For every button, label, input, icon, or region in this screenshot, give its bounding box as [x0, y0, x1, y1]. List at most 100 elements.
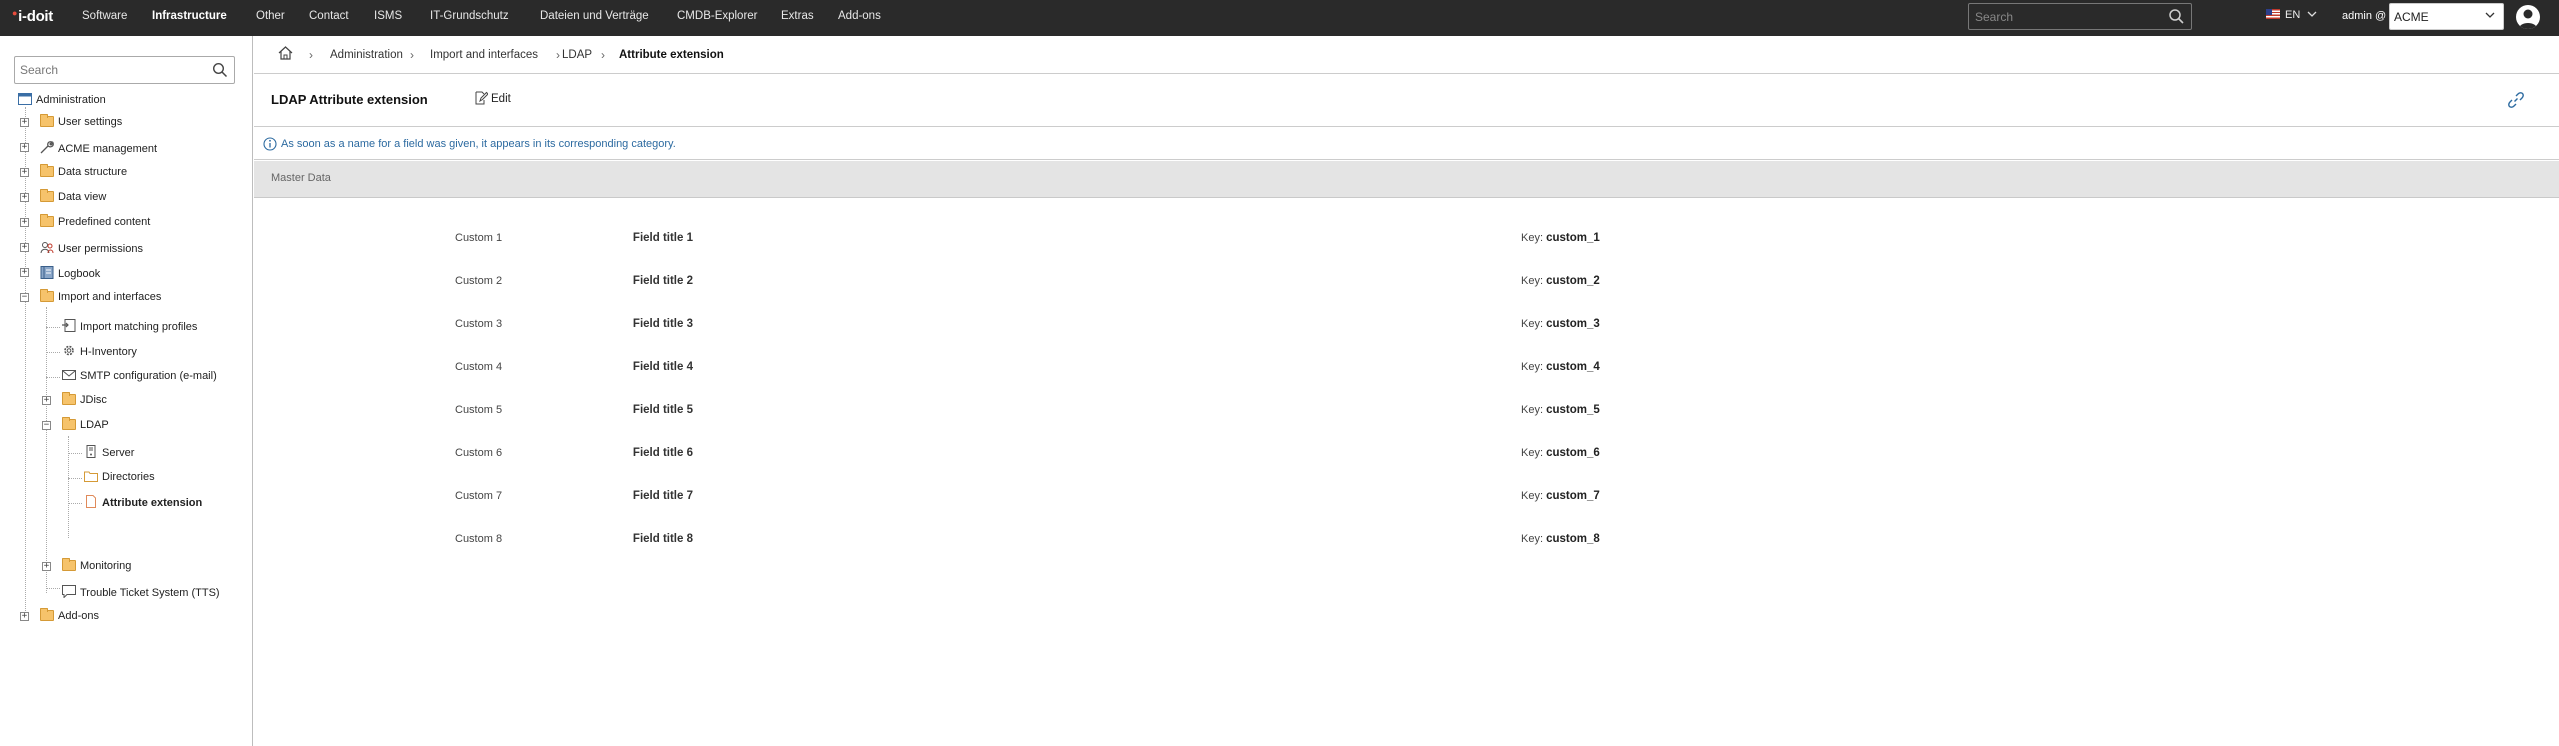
expand-toggle[interactable]: +: [20, 168, 29, 177]
tree-item-h-inventory[interactable]: H-Inventory: [62, 344, 137, 360]
field-value: Custom 2: [455, 275, 503, 287]
breadcrumb-administration[interactable]: Administration: [330, 49, 403, 61]
tree-item-smtp-configuration[interactable]: SMTP configuration (e-mail): [62, 369, 217, 385]
nav-add-ons[interactable]: Add-ons: [838, 10, 881, 22]
nav-dateien-und-vertraege[interactable]: Dateien und Verträge: [540, 10, 649, 22]
gear-icon: [62, 344, 76, 356]
ticket-icon: [62, 585, 76, 599]
breadcrumb-separator: ›: [410, 48, 414, 62]
folder-icon: [40, 189, 54, 202]
expand-toggle[interactable]: +: [20, 218, 29, 227]
tree-item-ldap[interactable]: LDAP: [62, 417, 109, 435]
tree-item-data-view[interactable]: Data view: [40, 189, 106, 207]
field-value: Custom 1: [455, 232, 503, 244]
nav-extras[interactable]: Extras: [781, 10, 814, 22]
tree-item-import-and-interfaces[interactable]: Import and interfaces: [40, 289, 161, 307]
expand-toggle[interactable]: +: [20, 612, 29, 621]
expand-toggle[interactable]: +: [20, 143, 29, 152]
field-key: Key: custom_1: [1521, 232, 1600, 244]
tree-item-logbook[interactable]: Logbook: [40, 266, 100, 282]
folder-icon: [40, 214, 54, 227]
tree-item-monitoring[interactable]: Monitoring: [62, 558, 131, 576]
breadcrumb-separator: ›: [556, 48, 560, 62]
field-label: Field title 4: [632, 361, 693, 373]
nav-cmdb-explorer[interactable]: CMDB-Explorer: [677, 10, 758, 22]
expand-toggle[interactable]: +: [20, 243, 29, 252]
language-selector[interactable]: EN: [2266, 9, 2317, 21]
tree-item-import-matching-profiles[interactable]: Import matching profiles: [62, 319, 197, 335]
nav-other[interactable]: Other: [256, 10, 285, 22]
field-label: Field title 3: [632, 318, 693, 330]
logbook-icon: [40, 266, 54, 279]
collapse-toggle[interactable]: −: [42, 421, 51, 430]
window-icon: [18, 93, 32, 105]
info-message: As soon as a name for a field was given,…: [281, 138, 676, 150]
tree-root-administration[interactable]: Administration: [18, 93, 106, 109]
folder-open-icon: [62, 417, 76, 430]
nav-software[interactable]: Software: [82, 10, 127, 22]
expand-toggle[interactable]: +: [42, 396, 51, 405]
info-bar: As soon as a name for a field was given,…: [254, 128, 2559, 160]
nav-infrastructure[interactable]: Infrastructure: [152, 10, 227, 22]
tree-item-jdisc[interactable]: JDisc: [62, 392, 107, 410]
field-value: Custom 5: [455, 404, 503, 416]
global-search-input[interactable]: [1969, 4, 2159, 29]
edit-button[interactable]: Edit: [474, 91, 511, 105]
expand-toggle[interactable]: +: [20, 118, 29, 127]
field-label: Field title 2: [632, 275, 693, 287]
tree-item-acme-management[interactable]: ACME management: [40, 141, 157, 157]
tree-item-attribute-extension[interactable]: Attribute extension: [84, 495, 202, 511]
breadcrumb-ldap[interactable]: LDAP: [562, 49, 592, 61]
tree-item-data-structure[interactable]: Data structure: [40, 164, 127, 182]
page-header: LDAP Attribute extension Edit: [254, 75, 2559, 127]
field-key: Key: custom_2: [1521, 275, 1600, 287]
expand-toggle[interactable]: +: [42, 562, 51, 571]
link-icon[interactable]: [2508, 92, 2524, 111]
avatar[interactable]: [2516, 5, 2540, 29]
field-key: Key: custom_3: [1521, 318, 1600, 330]
page-title: LDAP Attribute extension: [271, 92, 428, 107]
folder-icon: [62, 392, 76, 405]
tenant-select[interactable]: ACME: [2389, 3, 2504, 30]
field-value: Custom 7: [455, 490, 503, 502]
field-row: Field title 7 Custom 7 Key: custom_7: [254, 487, 2559, 507]
field-label: Field title 5: [632, 404, 693, 416]
home-icon[interactable]: [278, 46, 293, 63]
folder-icon: [84, 470, 98, 482]
navigation-tree: Administration + User settings + ACME ma…: [0, 36, 253, 746]
tree-item-server[interactable]: Server: [84, 445, 134, 461]
nav-isms[interactable]: ISMS: [374, 10, 402, 22]
field-label: Field title 8: [632, 533, 693, 545]
expand-toggle[interactable]: +: [20, 268, 29, 277]
breadcrumb-import-and-interfaces[interactable]: Import and interfaces: [430, 49, 538, 61]
tree-item-add-ons[interactable]: Add-ons: [40, 608, 99, 626]
breadcrumb-separator: ›: [309, 48, 313, 62]
field-row: Field title 1 Custom 1 Key: custom_1: [254, 229, 2559, 249]
chevron-down-icon: [2307, 11, 2317, 17]
tree-item-predefined-content[interactable]: Predefined content: [40, 214, 150, 232]
import-icon: [62, 319, 76, 332]
field-row: Field title 8 Custom 8 Key: custom_8: [254, 530, 2559, 550]
tree-item-directories[interactable]: Directories: [84, 470, 155, 486]
us-flag-icon: [2266, 9, 2280, 19]
section-header: Master Data: [254, 161, 2559, 198]
users-icon: [40, 241, 54, 254]
field-value: Custom 8: [455, 533, 503, 545]
app-logo[interactable]: ●i-doit: [12, 8, 53, 25]
sidebar: Administration + User settings + ACME ma…: [0, 36, 253, 746]
search-icon[interactable]: [2168, 8, 2185, 28]
breadcrumb-attribute-extension: Attribute extension: [619, 49, 724, 61]
field-label: Field title 6: [632, 447, 693, 459]
folder-icon: [62, 558, 76, 571]
tree-item-user-permissions[interactable]: User permissions: [40, 241, 143, 257]
nav-contact[interactable]: Contact: [309, 10, 349, 22]
collapse-toggle[interactable]: −: [20, 293, 29, 302]
nav-it-grundschutz[interactable]: IT-Grundschutz: [430, 10, 509, 22]
field-value: Custom 4: [455, 361, 503, 373]
tree-item-user-settings[interactable]: User settings: [40, 114, 122, 132]
field-value: Custom 6: [455, 447, 503, 459]
expand-toggle[interactable]: +: [20, 193, 29, 202]
field-key: Key: custom_7: [1521, 490, 1600, 502]
folder-icon: [40, 164, 54, 177]
tree-item-trouble-ticket-system[interactable]: Trouble Ticket System (TTS): [62, 585, 220, 601]
